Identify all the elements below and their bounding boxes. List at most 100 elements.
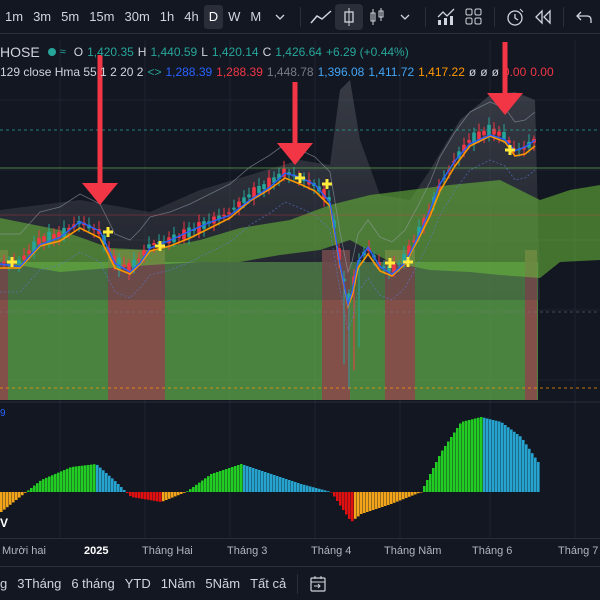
histogram-bar — [369, 492, 372, 511]
histogram-bar — [297, 483, 300, 492]
histogram-bar — [168, 492, 171, 499]
histogram-bar — [282, 478, 285, 492]
range-3m[interactable]: 3Tháng — [12, 576, 66, 591]
range-divider — [297, 573, 299, 594]
histogram-bar — [444, 446, 447, 492]
histogram-bar — [51, 475, 54, 492]
histogram-bar — [459, 423, 462, 492]
range-ytd[interactable]: YTD — [120, 576, 156, 591]
histogram-bar — [69, 467, 72, 492]
histogram-bar — [498, 421, 501, 492]
indicator-value-8: ø — [480, 65, 488, 79]
status-pill[interactable]: ≈ — [47, 46, 66, 58]
histogram-bar — [315, 488, 318, 492]
histogram-bar — [129, 492, 132, 496]
histogram-bar — [114, 481, 117, 492]
market-status-icon — [47, 48, 56, 56]
histogram-bar — [435, 462, 438, 492]
time-axis[interactable]: Mười hai 2025 Tháng Hai Tháng 3 Tháng 4 … — [0, 538, 600, 564]
range-1y[interactable]: 1Năm — [156, 576, 201, 591]
histogram-bar — [33, 485, 36, 492]
time-label: Tháng Hai — [142, 545, 193, 557]
histogram-bar — [87, 464, 90, 492]
histogram-bar — [72, 466, 75, 492]
histogram-bar — [321, 489, 324, 492]
range-all[interactable]: Tất cả — [245, 576, 291, 591]
low-label: L — [201, 45, 208, 59]
candle-body — [227, 212, 231, 214]
candle-body — [502, 132, 506, 140]
histogram-bar — [417, 492, 420, 494]
histogram-bar — [531, 453, 534, 492]
histogram-bar — [75, 466, 78, 492]
candle-body — [42, 236, 46, 242]
histogram-bar — [213, 473, 216, 492]
histogram-bar — [423, 486, 426, 492]
histogram-bar — [3, 492, 6, 510]
histogram-bar — [204, 478, 207, 492]
histogram-bar — [141, 492, 144, 499]
histogram-bar — [468, 420, 471, 492]
histogram-bar — [414, 492, 417, 495]
histogram-bar — [366, 492, 369, 512]
histogram-bar — [12, 492, 15, 503]
histogram-bar — [513, 431, 516, 492]
histogram-bar — [453, 432, 456, 492]
histogram-bar — [270, 474, 273, 492]
histogram-bar — [327, 491, 330, 492]
symbol-name[interactable]: HOSE — [0, 44, 40, 60]
histogram-bar — [384, 492, 387, 506]
histogram-bar — [195, 484, 198, 492]
code-icon[interactable]: <> — [147, 65, 161, 79]
candle-body — [242, 197, 246, 203]
histogram-bar — [492, 420, 495, 492]
indicator-name[interactable]: 129 close Hma 55 1 2 20 2 — [0, 65, 143, 79]
histogram-bar — [486, 418, 489, 492]
histogram-bar — [225, 469, 228, 492]
goto-date-icon[interactable] — [304, 571, 332, 597]
histogram-bar — [462, 421, 465, 492]
candle-body — [482, 130, 486, 136]
histogram-bar — [120, 487, 123, 492]
indicator-value-7: ø — [468, 65, 477, 79]
histogram-bar — [345, 492, 348, 515]
candle-body — [477, 131, 481, 140]
histogram-bar — [276, 476, 279, 492]
histogram-bar — [234, 466, 237, 492]
histogram-bar — [273, 475, 276, 492]
histogram-bar — [408, 492, 411, 497]
histogram-bar — [387, 492, 390, 505]
histogram-bar — [165, 492, 168, 500]
histogram-bar — [237, 465, 240, 492]
histogram-bar — [534, 457, 537, 492]
histogram-bar — [27, 490, 30, 492]
histogram-bar — [390, 492, 393, 504]
histogram-bar — [156, 492, 159, 502]
indicator-value-5: 1,411.72 — [368, 65, 415, 79]
histogram-bar — [162, 492, 165, 502]
histogram-bar — [360, 492, 363, 514]
histogram-bar — [525, 444, 528, 492]
histogram-bar — [126, 492, 129, 493]
histogram-bar — [363, 492, 366, 513]
indicator-value-6: 1,417.22 — [418, 65, 465, 79]
indicator-value-1: 1,288.39 — [165, 65, 213, 79]
range-5y[interactable]: 5Năm — [200, 576, 245, 591]
range-partial[interactable]: g — [0, 576, 12, 591]
histogram-bar — [504, 425, 507, 492]
histogram-bar — [189, 489, 192, 492]
histogram-bar — [477, 417, 480, 492]
histogram-bar — [159, 492, 162, 502]
indicator-value-4: 1,396.08 — [317, 65, 365, 79]
candle-body — [497, 131, 501, 136]
range-6m[interactable]: 6 tháng — [66, 576, 119, 591]
histogram-bar — [303, 484, 306, 492]
candle-body — [262, 184, 266, 190]
indicator-value-11: 0.00 — [530, 65, 554, 79]
histogram-bar — [519, 436, 522, 492]
histogram-bar — [447, 441, 450, 492]
histogram-bar — [246, 466, 249, 492]
histogram-bar — [375, 492, 378, 509]
histogram-bar — [192, 486, 195, 492]
histogram-bar — [357, 492, 360, 517]
